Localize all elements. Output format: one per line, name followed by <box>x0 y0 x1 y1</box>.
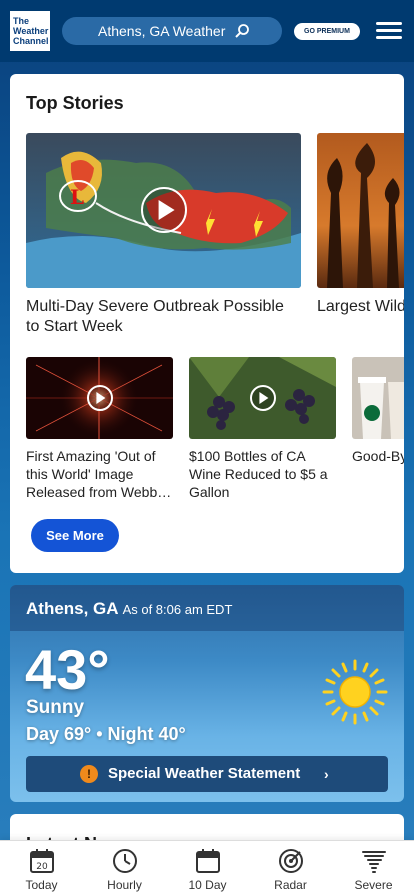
nav-label: 10 Day <box>188 878 227 892</box>
bottom-navigation: 20 Today Hourly 10 Day Radar Severe <box>0 840 414 896</box>
story-caption[interactable]: $100 Bottles of CA Wine Reduced to $5 a … <box>189 447 336 501</box>
day-night-temps: Day 69° • Night 40° <box>26 724 186 744</box>
story-caption[interactable]: First Amazing 'Out of this World' Image … <box>26 447 173 501</box>
hamburger-menu-icon[interactable] <box>376 22 402 40</box>
special-weather-statement-alert[interactable]: ! Special Weather Statement › <box>26 756 388 792</box>
go-premium-button[interactable]: GO PREMIUM <box>294 23 360 40</box>
location-heading: Athens, GA As of 8:06 am EDT <box>26 599 232 619</box>
as-of-time: As of 8:06 am EDT <box>122 602 233 617</box>
location-search[interactable]: Athens, GA Weather <box>62 17 282 45</box>
alert-warning-icon: ! <box>80 765 98 783</box>
small-story[interactable]: First Amazing 'Out of this World' Image … <box>26 357 173 501</box>
clock-icon <box>113 849 137 873</box>
featured-story[interactable]: L Multi-Day Severe Outbreak Possible to … <box>26 133 301 337</box>
story-thumbnail-radar-map: L <box>26 133 301 288</box>
search-text: Athens, GA Weather <box>98 23 226 39</box>
current-conditions-card[interactable]: Athens, GA As of 8:06 am EDT 43° Sunny Da… <box>10 585 404 802</box>
see-more-button[interactable]: See More <box>31 519 119 552</box>
svg-text:L: L <box>70 185 84 209</box>
logo-line: Channel <box>13 36 49 46</box>
location-name: Athens, GA <box>26 599 119 618</box>
top-stories-title: Top Stories <box>26 93 124 113</box>
story-caption[interactable]: Multi-Day Severe Outbreak Possible to St… <box>26 297 301 337</box>
logo-line: The <box>13 16 30 26</box>
nav-tab-severe[interactable]: Severe <box>332 841 414 896</box>
calendar-day-icon: 20 <box>30 849 54 873</box>
weather-condition: Sunny <box>26 697 85 718</box>
calendar-day-number: 20 <box>36 862 48 872</box>
featured-story[interactable]: Largest Wildfire... Continues to... <box>317 133 404 317</box>
chevron-right-icon: › <box>324 766 329 782</box>
radar-icon <box>279 849 303 873</box>
weather-channel-logo[interactable]: The Weather Channel <box>10 11 50 51</box>
play-video-icon[interactable] <box>250 385 276 411</box>
nav-label: Severe <box>354 878 393 892</box>
story-thumbnail-webb-image <box>26 357 173 439</box>
nav-tab-hourly[interactable]: Hourly <box>83 841 166 896</box>
story-thumbnail-grapes <box>189 357 336 439</box>
story-caption[interactable]: Largest Wildfire... Continues to... <box>317 297 404 317</box>
app-header: The Weather Channel Athens, GA Weather G… <box>0 0 414 62</box>
sunny-icon <box>322 659 388 725</box>
play-video-icon[interactable] <box>141 187 187 233</box>
story-thumbnail-wildfire <box>317 133 404 288</box>
nav-label: Hourly <box>107 878 142 892</box>
tornado-icon <box>362 851 386 873</box>
small-story[interactable]: Good-By... Cups at S... <box>352 357 404 501</box>
top-stories-card: Top Stories L Multi-Day Severe Outbreak … <box>10 74 404 573</box>
calendar-icon <box>196 849 220 873</box>
play-video-icon[interactable] <box>87 385 113 411</box>
alert-label: Special Weather Statement <box>108 765 301 782</box>
nav-label: Today <box>25 878 58 892</box>
story-thumbnail-coffee-cups <box>352 357 404 439</box>
small-story[interactable]: $100 Bottles of CA Wine Reduced to $5 a … <box>189 357 336 501</box>
nav-tab-10-day[interactable]: 10 Day <box>166 841 249 896</box>
current-temperature: 43° <box>25 638 110 701</box>
logo-line: Weather <box>13 26 49 36</box>
nav-label: Radar <box>274 878 307 892</box>
nav-tab-radar[interactable]: Radar <box>249 841 332 896</box>
story-caption[interactable]: Good-By... Cups at S... <box>352 447 404 501</box>
search-icon <box>235 24 249 38</box>
nav-tab-today[interactable]: 20 Today <box>0 841 83 896</box>
